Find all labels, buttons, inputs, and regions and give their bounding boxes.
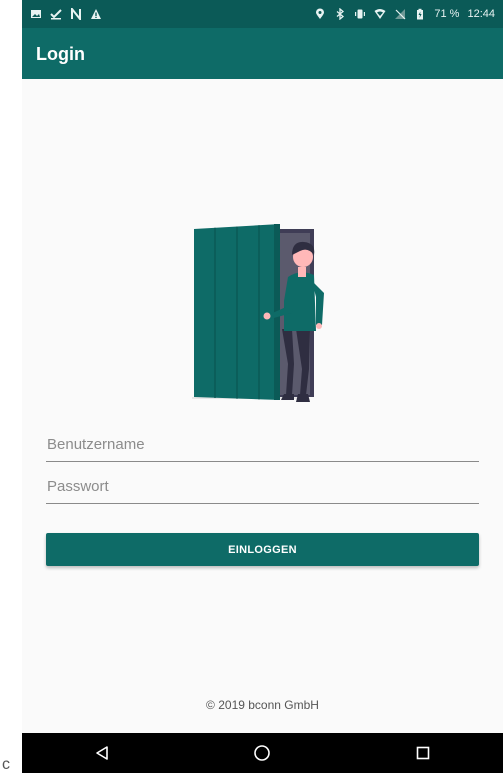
vibrate-icon	[355, 9, 366, 19]
no-signal-icon	[395, 9, 406, 20]
n-icon	[71, 8, 81, 20]
back-triangle-icon	[96, 746, 108, 760]
warning-icon	[91, 9, 101, 19]
status-time: 12:44	[467, 8, 495, 20]
login-button[interactable]: EINLOGGEN	[46, 533, 479, 566]
recents-button[interactable]	[403, 733, 443, 773]
status-right-icons: 71 % 12:44	[314, 8, 495, 20]
status-left-icons	[30, 8, 102, 20]
username-input[interactable]	[46, 432, 479, 462]
image-icon	[31, 10, 41, 18]
password-input[interactable]	[46, 474, 479, 504]
stray-text: c	[2, 756, 10, 773]
status-bar: 71 % 12:44	[22, 0, 503, 28]
outer-margin: c	[0, 0, 22, 773]
battery-icon	[417, 8, 424, 20]
battery-percentage: 71 %	[434, 8, 460, 20]
device-screen: 71 % 12:44 Login Benutzername EINLOGGEN …	[22, 0, 503, 773]
bluetooth-icon	[336, 8, 345, 20]
page-title: Login	[36, 44, 85, 64]
location-icon	[316, 8, 325, 19]
home-circle-icon	[254, 745, 271, 761]
person-opening-door-illustration	[192, 224, 324, 402]
home-button[interactable]	[242, 733, 282, 773]
recents-square-icon	[416, 746, 430, 760]
wifi-icon	[374, 9, 386, 19]
login-content: EINLOGGEN © 2019 bconn GmbH	[22, 79, 503, 733]
navigation-bar	[22, 733, 503, 773]
copyright-text: © 2019 bconn GmbH	[206, 698, 319, 712]
app-bar: Login	[22, 28, 503, 79]
back-button[interactable]	[82, 733, 122, 773]
download-check-icon	[50, 9, 62, 20]
